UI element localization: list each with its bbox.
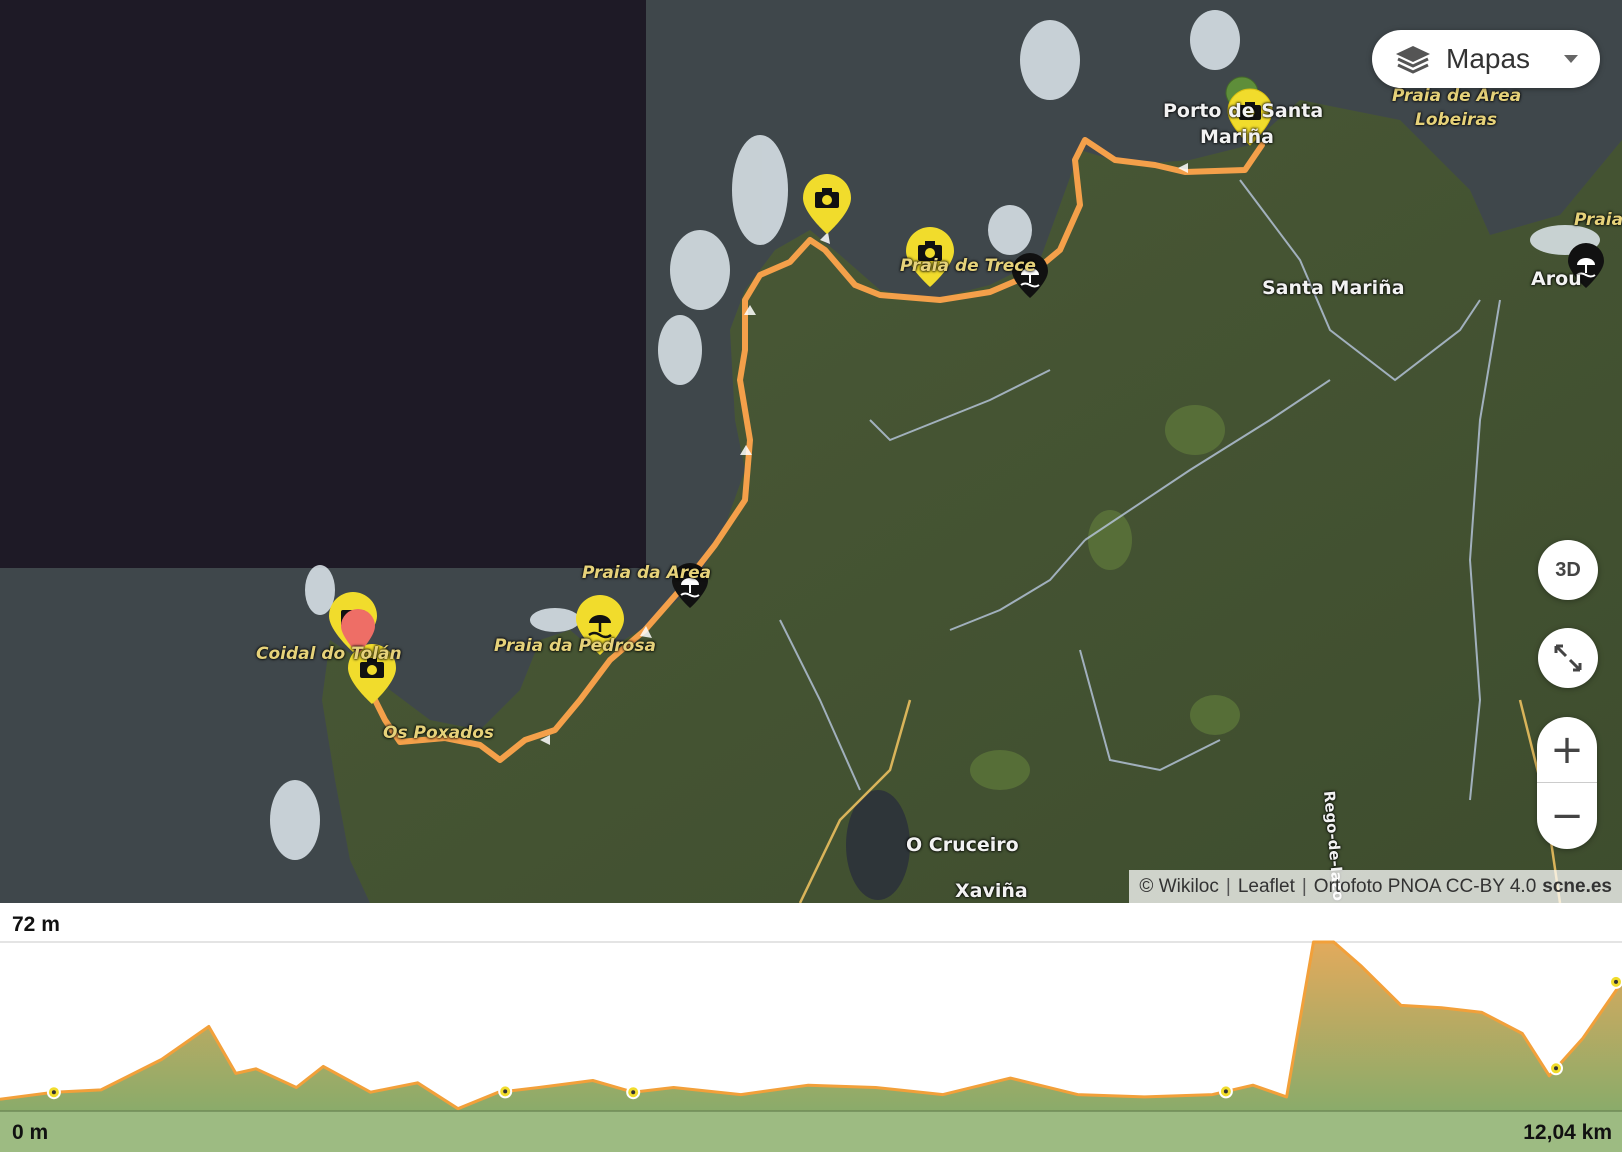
no-data-tile xyxy=(0,0,646,568)
label-praia-area-lobeiras: Praia de Area xyxy=(1392,86,1522,106)
label-praia-area: Praia da Area xyxy=(582,563,712,583)
zoom-in-button[interactable]: + xyxy=(1537,717,1597,783)
layers-button[interactable]: Mapas xyxy=(1372,30,1600,88)
waypoint-dot-center xyxy=(1223,1089,1228,1094)
label-praia-right: Praia xyxy=(1574,210,1622,230)
zoom-out-button[interactable]: − xyxy=(1537,783,1597,849)
attribution-separator: | xyxy=(1225,875,1231,897)
label-xavina: Xaviña xyxy=(955,880,1028,902)
layers-button-label: Mapas xyxy=(1446,43,1531,74)
waypoint-dot-center xyxy=(503,1089,508,1094)
map-view[interactable]: Porto de Santa Mariña Praia de Area Lobe… xyxy=(0,0,1622,903)
distance-label: 12,04 km xyxy=(1523,1121,1612,1144)
3d-button-label: 3D xyxy=(1555,558,1581,581)
waypoint-dot-center xyxy=(631,1090,636,1095)
attribution-wikiloc[interactable]: © Wikiloc xyxy=(1139,876,1218,898)
waypoint-dot-center xyxy=(1614,979,1618,984)
label-porto-santa: Porto de Santa xyxy=(1163,100,1324,122)
elevation-profile[interactable]: 72 m 0 m 12,04 km xyxy=(0,903,1622,1152)
fullscreen-button[interactable] xyxy=(1538,628,1598,688)
attribution-leaflet[interactable]: Leaflet xyxy=(1238,876,1295,898)
map-attribution: © Wikiloc | Leaflet | Ortofoto PNOA CC-B… xyxy=(1129,870,1622,903)
fullscreen-icon xyxy=(1554,644,1582,672)
waypoint-dot-center xyxy=(51,1090,56,1095)
label-praia-trece: Praia de Trece xyxy=(900,256,1036,276)
elevation-min-label: 0 m xyxy=(12,1121,49,1144)
label-o-cruceiro: O Cruceiro xyxy=(906,834,1019,856)
profile-baseline xyxy=(0,1111,1622,1152)
lagoon xyxy=(846,790,910,900)
map-canvas[interactable] xyxy=(0,0,1622,903)
label-arou: Arou xyxy=(1531,268,1582,290)
attribution-separator: | xyxy=(1301,875,1307,897)
layers-icon xyxy=(1396,46,1430,74)
elevation-chart[interactable] xyxy=(0,903,1622,1152)
label-praia-pedrosa: Praia da Pedrosa xyxy=(494,636,656,656)
3d-button[interactable]: 3D xyxy=(1538,540,1598,600)
attribution-scne[interactable]: scne.es xyxy=(1542,876,1612,898)
attribution-ortofoto[interactable]: Ortofoto PNOA CC-BY 4.0 xyxy=(1314,876,1536,898)
label-os-poxados: Os Poxados xyxy=(383,723,495,743)
label-coidal: Coidal do Tolán xyxy=(256,644,402,664)
label-santa-marina: Santa Mariña xyxy=(1262,277,1405,299)
zoom-control: + − xyxy=(1537,717,1597,849)
elevation-max-label: 72 m xyxy=(12,913,60,936)
label-marina: Mariña xyxy=(1200,126,1274,148)
waypoint-dot-center xyxy=(1554,1066,1558,1071)
label-lobeiras: Lobeiras xyxy=(1415,110,1498,130)
chevron-down-icon xyxy=(1564,55,1578,63)
